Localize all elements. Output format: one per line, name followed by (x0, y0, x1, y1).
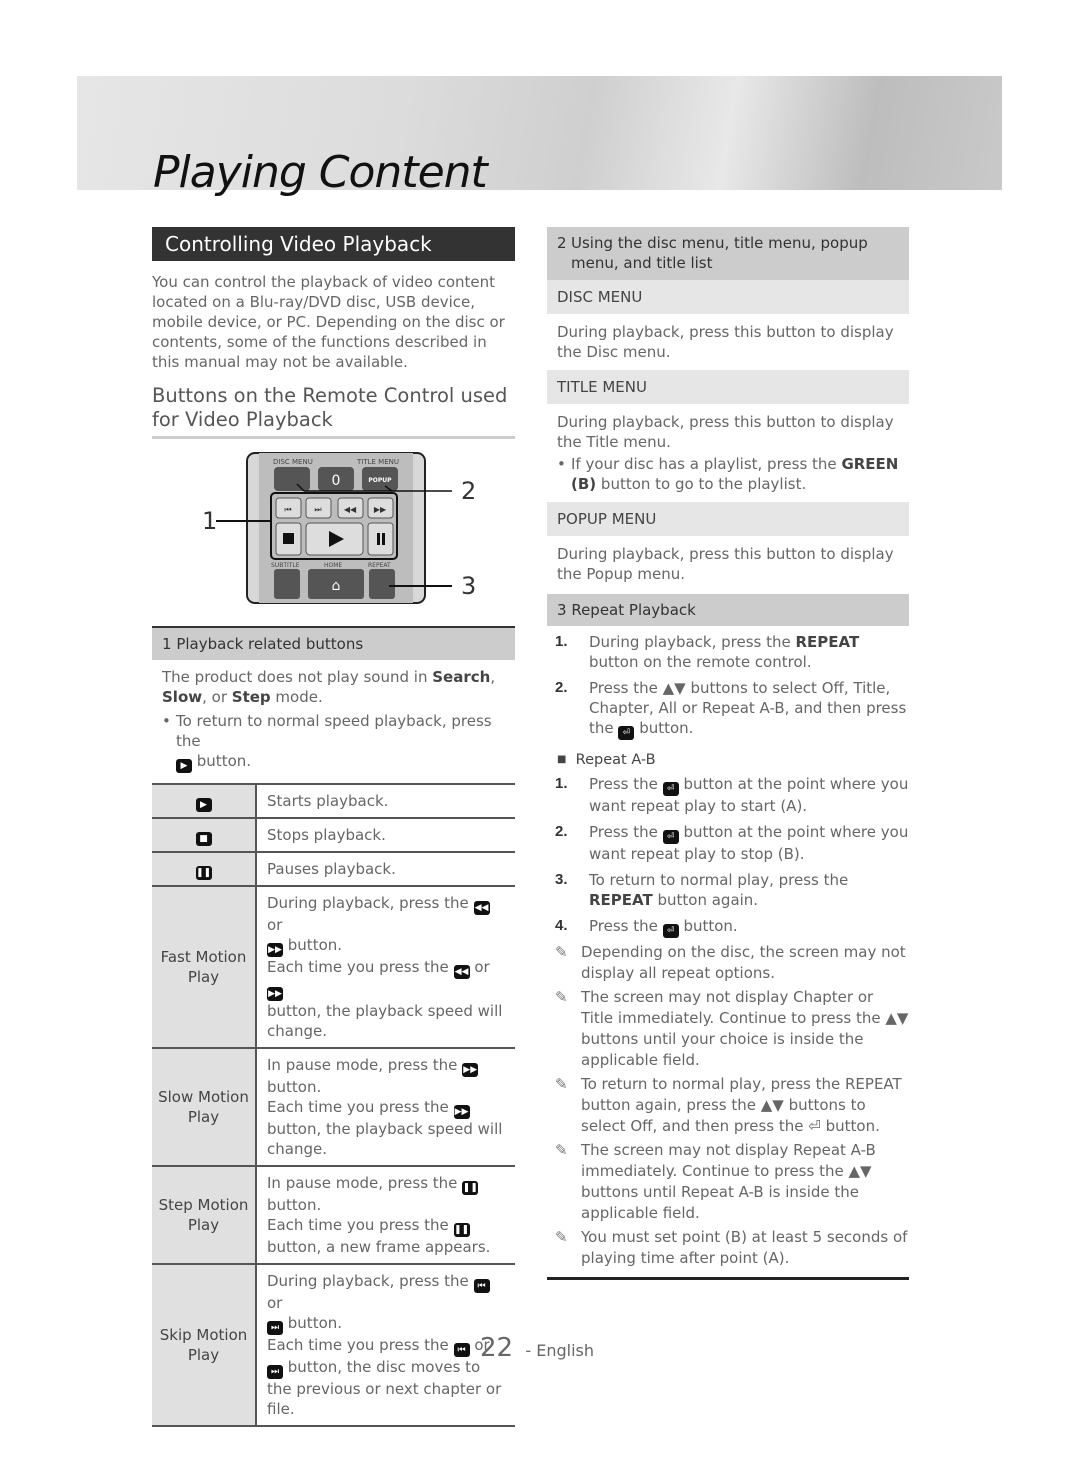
return-speed-bullet: • To return to normal speed playback, pr… (162, 712, 492, 773)
pause-icon: ❚❚ (195, 866, 212, 880)
section-title: Controlling Video Playback (152, 227, 515, 261)
row-key: Fast Motion Play (152, 885, 257, 1048)
table-row: Step Motion Play In pause mode, press th… (152, 1165, 515, 1264)
playback-note: The product does not play sound in Searc… (162, 668, 496, 706)
pause-icon: ❚❚ (462, 1181, 479, 1195)
subtitle-label: SUBTITLE (271, 562, 300, 569)
subsection-title: Buttons on the Remote Control used for V… (152, 384, 515, 439)
callout-1: 1 (202, 507, 217, 535)
table-row: ❚❚ Pauses playback. (152, 851, 515, 886)
repeat-steps: 1. During playback, press the REPEAT butt… (547, 632, 909, 740)
title-menu-label: TITLE MENU (356, 458, 399, 466)
playback-buttons-header: 1 Playback related buttons (152, 626, 515, 660)
pencil-icon: ✎ (555, 1228, 568, 1246)
list-item: 1. Press the ⏎ button at the point where … (555, 775, 909, 815)
enter-icon: ⏎ (618, 726, 635, 740)
svg-text:⏭: ⏭ (314, 505, 321, 514)
pencil-icon: ✎ (555, 943, 568, 961)
svg-text:⌂: ⌂ (332, 578, 341, 594)
page-number: 22 (480, 1333, 514, 1363)
chapter-banner: Playing Content (77, 76, 1002, 198)
notes: ✎ Depending on the disc, the screen may n… (547, 942, 909, 1280)
fast-forward-icon: ▶▶ (462, 1063, 479, 1077)
table-row: Skip Motion Play During playback, press … (152, 1263, 515, 1427)
note-item: ✎ The screen may not display Chapter or T… (547, 987, 909, 1071)
fast-forward-icon: ▶▶ (267, 987, 283, 1001)
intro-text: You can control the playback of video co… (152, 273, 505, 371)
note-item: ✎ To return to normal play, press the REP… (547, 1074, 909, 1137)
page-language: - English (525, 1341, 594, 1360)
menu-header: 2 Using the disc menu, title menu, popup … (547, 227, 909, 280)
popup-menu-header: POPUP MENU (547, 502, 909, 536)
remote-diagram: DISC MENU TITLE MENU 0 POPUP ⏮ ⏭ ◀◀ ▶▶ S… (202, 452, 476, 604)
note-item: ✎ Depending on the disc, the screen may n… (547, 942, 909, 984)
playback-buttons-table: ▶ Starts playback. ■ Stops playback. ❚❚ … (152, 783, 515, 1427)
pause-icon: ❚❚ (453, 1223, 470, 1237)
pencil-icon: ✎ (555, 988, 568, 1006)
row-key: Skip Motion Play (152, 1263, 257, 1427)
popup-menu-text: During playback, press this button to di… (557, 545, 894, 583)
repeat-playback-header: 3 Repeat Playback (547, 594, 909, 626)
repeat-ab-heading: ■ Repeat A-B (557, 752, 656, 768)
rewind-icon: ◀◀ (473, 901, 490, 915)
skip-forward-icon: ⏭ (267, 1365, 283, 1379)
popup-label: POPUP (368, 477, 392, 484)
row-key: Step Motion Play (152, 1165, 257, 1264)
row-key: Slow Motion Play (152, 1047, 257, 1166)
pencil-icon: ✎ (555, 1141, 568, 1159)
enter-icon: ⏎ (662, 924, 679, 938)
list-item: 2. Press the ▲▼ buttons to select Off, Ti… (555, 679, 907, 740)
enter-icon: ⏎ (662, 830, 679, 844)
disc-menu-label: DISC MENU (273, 458, 313, 466)
svg-text:⏮: ⏮ (284, 505, 291, 514)
table-row: Fast Motion Play During playback, press … (152, 885, 515, 1048)
title-menu-header: TITLE MENU (547, 370, 909, 404)
stop-icon: ■ (195, 832, 212, 846)
repeat-button (369, 569, 395, 599)
skip-back-icon: ⏮ (453, 1343, 470, 1357)
zero-label: 0 (332, 473, 341, 489)
list-item: 2. Press the ⏎ button at the point where … (555, 823, 909, 863)
playlist-bullet: • If your disc has a playlist, press the… (557, 455, 899, 493)
right-column: 2 Using the disc menu, title menu, popup … (547, 227, 909, 1280)
subtitle-button (274, 569, 300, 599)
list-item: 1. During playback, press the REPEAT butt… (555, 633, 860, 671)
play-icon: ▶ (195, 798, 212, 812)
table-row: Slow Motion Play In pause mode, press th… (152, 1047, 515, 1166)
note-item: ✎ The screen may not display Repeat A-B i… (547, 1140, 909, 1224)
callout-3: 3 (461, 572, 476, 600)
disc-menu-header: DISC MENU (547, 280, 909, 314)
table-row: ■ Stops playback. (152, 817, 515, 852)
skip-forward-icon: ⏭ (267, 1321, 283, 1335)
list-item: 4. Press the ⏎ button. (555, 917, 738, 938)
skip-back-icon: ⏮ (473, 1279, 490, 1293)
left-column: Controlling Video Playback You can contr… (152, 227, 515, 1427)
rewind-icon: ◀◀ (453, 965, 470, 979)
home-label: HOME (324, 562, 342, 569)
disc-menu-button (274, 467, 310, 491)
chapter-title: Playing Content (153, 147, 488, 198)
pause-button (367, 522, 394, 556)
repeat-label: REPEAT (368, 562, 391, 569)
title-menu-text: During playback, press this button to di… (557, 413, 894, 451)
play-icon: ▶ (176, 759, 192, 773)
fast-forward-icon: ▶▶ (453, 1105, 470, 1119)
enter-icon: ⏎ (662, 782, 679, 796)
svg-text:▶▶: ▶▶ (374, 505, 387, 514)
callout-2: 2 (461, 477, 476, 505)
list-item: 3. To return to normal play, press the RE… (555, 871, 849, 909)
note-item: ✎ You must set point (B) at least 5 secon… (547, 1227, 909, 1269)
fast-forward-icon: ▶▶ (267, 943, 283, 957)
pencil-icon: ✎ (555, 1075, 568, 1093)
disc-menu-text: During playback, press this button to di… (557, 323, 894, 361)
table-row: ▶ Starts playback. (152, 783, 515, 818)
remote-control-illustration: DISC MENU TITLE MENU 0 POPUP ⏮ ⏭ ◀◀ ▶▶ S… (152, 451, 515, 629)
page-footer: 22 - English (480, 1333, 594, 1363)
svg-text:◀◀: ◀◀ (344, 505, 357, 514)
repeat-ab-steps: 1. Press the ⏎ button at the point where … (547, 774, 909, 938)
